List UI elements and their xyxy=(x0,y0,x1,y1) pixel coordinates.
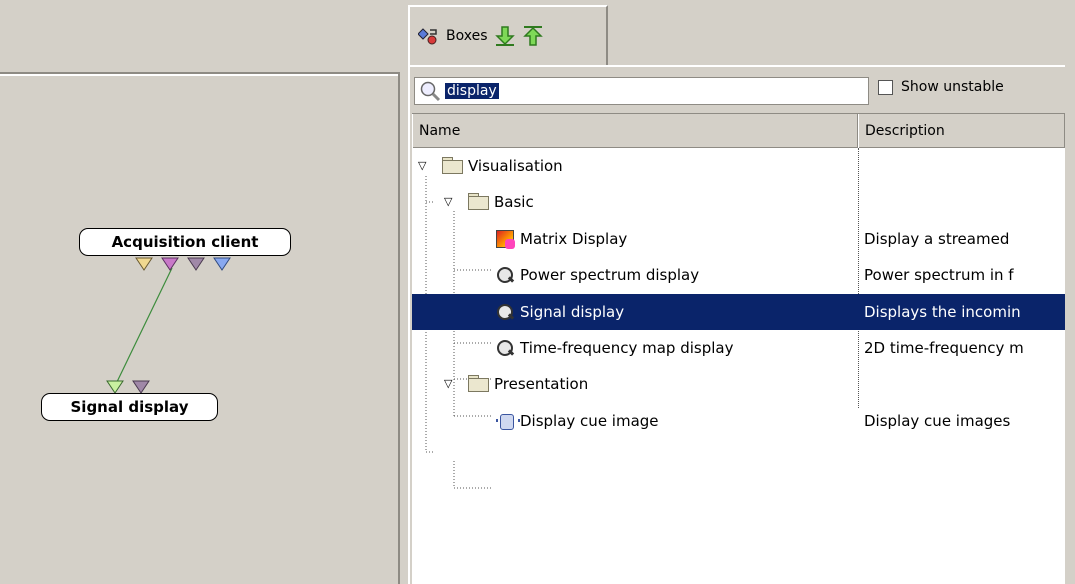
matrix-display-icon xyxy=(496,230,515,249)
expander-open-icon[interactable]: ▽ xyxy=(418,160,426,171)
tree-row-signal-display[interactable]: Signal display Displays the incomin xyxy=(412,294,1065,330)
box-acquisition-client[interactable]: Acquisition client xyxy=(79,228,291,256)
panel-splitter[interactable] xyxy=(400,0,408,584)
folder-icon xyxy=(468,193,489,211)
green-down-arrow-icon[interactable] xyxy=(494,25,516,47)
tree-label: Time-frequency map display xyxy=(520,339,734,357)
search-field[interactable]: display xyxy=(414,77,869,105)
tree-desc: Display cue images xyxy=(864,412,1011,430)
expander-open-icon[interactable]: ▽ xyxy=(444,196,452,207)
cue-image-icon xyxy=(496,412,520,430)
box-panel: Boxes display Show unstable Name Descrip… xyxy=(408,0,1075,584)
tab-boxes[interactable]: Boxes xyxy=(408,5,608,65)
tree-row-matrix-display[interactable]: Matrix Display Display a streamed xyxy=(412,221,1065,257)
tree-row-basic[interactable]: ▽ Basic xyxy=(412,184,1065,220)
column-header-name[interactable]: Name xyxy=(412,114,858,148)
green-up-arrow-icon[interactable] xyxy=(522,25,544,47)
tree-label: Basic xyxy=(494,193,534,211)
tree-label: Signal display xyxy=(520,303,625,321)
tree-header: Name Description xyxy=(412,114,1065,148)
tree-desc: 2D time-frequency m xyxy=(864,339,1024,357)
tree-desc: Displays the incomin xyxy=(864,303,1021,321)
magnifier-icon xyxy=(496,266,514,284)
box-signal-display[interactable]: Signal display xyxy=(41,393,218,421)
column-header-description[interactable]: Description xyxy=(858,114,1065,148)
tree-label: Matrix Display xyxy=(520,230,628,248)
search-input-value[interactable]: display xyxy=(445,83,499,99)
box-tree[interactable]: Name Description ▽ Visualisation ▽ Basic… xyxy=(412,113,1065,584)
expander-open-icon[interactable]: ▽ xyxy=(444,378,452,389)
show-unstable-checkbox[interactable] xyxy=(878,79,893,95)
tree-row-presentation[interactable]: ▽ Presentation xyxy=(412,366,1065,402)
designer-toolbar-area xyxy=(0,0,400,72)
tree-label: Display cue image xyxy=(520,412,659,430)
search-icon xyxy=(420,81,441,102)
folder-icon xyxy=(442,157,463,175)
show-unstable-label: Show unstable xyxy=(901,79,1004,95)
scenario-canvas[interactable] xyxy=(0,72,400,584)
boxes-tab-panel: display Show unstable Name Description ▽… xyxy=(408,65,1065,584)
magnifier-icon xyxy=(496,339,514,357)
tab-boxes-label: Boxes xyxy=(446,28,488,44)
magnifier-icon xyxy=(496,303,514,321)
boxes-icon xyxy=(418,28,437,45)
tree-row-power-spectrum-display[interactable]: Power spectrum display Power spectrum in… xyxy=(412,257,1065,293)
tree-row-display-cue-image[interactable]: Display cue image Display cue images xyxy=(412,403,1065,439)
tree-desc: Display a streamed xyxy=(864,230,1010,248)
tree-row-visualisation[interactable]: ▽ Visualisation xyxy=(412,148,1065,184)
tree-row-time-frequency-map-display[interactable]: Time-frequency map display 2D time-frequ… xyxy=(412,330,1065,366)
tree-label: Power spectrum display xyxy=(520,266,700,284)
folder-icon xyxy=(468,375,489,393)
canvas-highlight xyxy=(0,74,398,76)
tree-desc: Power spectrum in f xyxy=(864,266,1014,284)
tree-label: Visualisation xyxy=(468,157,563,175)
show-unstable-toggle[interactable]: Show unstable xyxy=(878,79,1004,95)
tree-label: Presentation xyxy=(494,375,589,393)
